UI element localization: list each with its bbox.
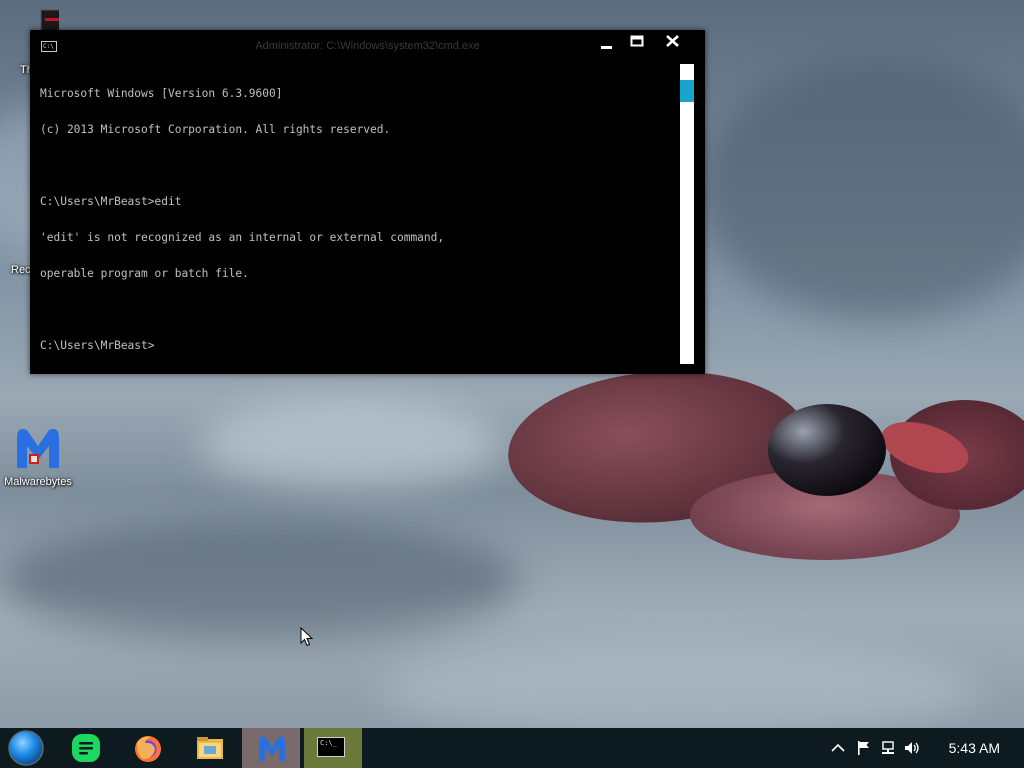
network-icon[interactable]: [880, 740, 896, 756]
taskbar-malwarebytes-button[interactable]: [242, 728, 300, 768]
folder-icon: [197, 737, 223, 759]
minimize-button[interactable]: [592, 34, 622, 56]
wallpaper-cloud: [200, 400, 500, 490]
wallpaper-cloud: [0, 520, 520, 640]
vertical-scrollbar[interactable]: [680, 64, 694, 364]
maximize-icon: [630, 35, 644, 47]
taskbar-spotify-button[interactable]: [56, 728, 114, 768]
desktop-icon-malwarebytes[interactable]: Malwarebytes: [0, 424, 76, 488]
wallpaper-water-drop: [768, 404, 886, 496]
console-output[interactable]: Microsoft Windows [Version 6.3.9600] (c)…: [40, 64, 680, 364]
wallpaper-cloud: [380, 640, 980, 740]
start-button[interactable]: [0, 728, 54, 768]
start-orb-icon: [8, 730, 44, 766]
close-button[interactable]: [658, 34, 688, 56]
spotify-icon: [72, 734, 100, 762]
taskbar[interactable]: C:\_ 5:43 AM: [0, 728, 1024, 768]
maximize-button[interactable]: [622, 34, 652, 56]
console-prompt[interactable]: C:\Users\MrBeast>: [40, 340, 680, 352]
close-icon: [666, 35, 679, 47]
console-line: 'edit' is not recognized as an internal …: [40, 231, 445, 244]
cmd-window[interactable]: C:\ Administrator: C:\Windows\system32\c…: [30, 30, 705, 374]
minimize-icon: [601, 46, 612, 49]
console-line: Microsoft Windows [Version 6.3.9600]: [40, 87, 283, 100]
taskbar-firefox-button[interactable]: [118, 728, 176, 768]
console-line: C:\Users\MrBeast>edit: [40, 195, 182, 208]
wallpaper-cloud: [700, 60, 1024, 320]
chevron-up-icon[interactable]: [830, 740, 846, 756]
taskbar-cmd-button[interactable]: C:\_: [304, 728, 362, 768]
cmd-titlebar[interactable]: C:\ Administrator: C:\Windows\system32\c…: [30, 30, 705, 60]
console-line: (c) 2013 Microsoft Corporation. All righ…: [40, 123, 391, 136]
flag-icon[interactable]: [856, 740, 872, 756]
firefox-icon: [135, 736, 161, 762]
taskbar-clock[interactable]: 5:43 AM: [949, 740, 1000, 756]
system-tray[interactable]: 5:43 AM: [824, 728, 1024, 768]
desktop-icon-label: Malwarebytes: [4, 476, 72, 488]
cmd-icon-text: C:\_: [320, 739, 337, 747]
mouse-cursor-icon: [300, 627, 314, 647]
cmd-icon: C:\_: [317, 737, 345, 757]
malwarebytes-icon: [17, 429, 59, 468]
desktop[interactable]: Th Rec Malwarebytes C:\ Administrator: C…: [0, 0, 1024, 768]
console-line: operable program or batch file.: [40, 267, 249, 280]
taskbar-file-explorer-button[interactable]: [180, 728, 238, 768]
volume-icon[interactable]: [904, 740, 920, 756]
malwarebytes-icon: [259, 736, 285, 761]
scrollbar-thumb[interactable]: [680, 80, 694, 102]
